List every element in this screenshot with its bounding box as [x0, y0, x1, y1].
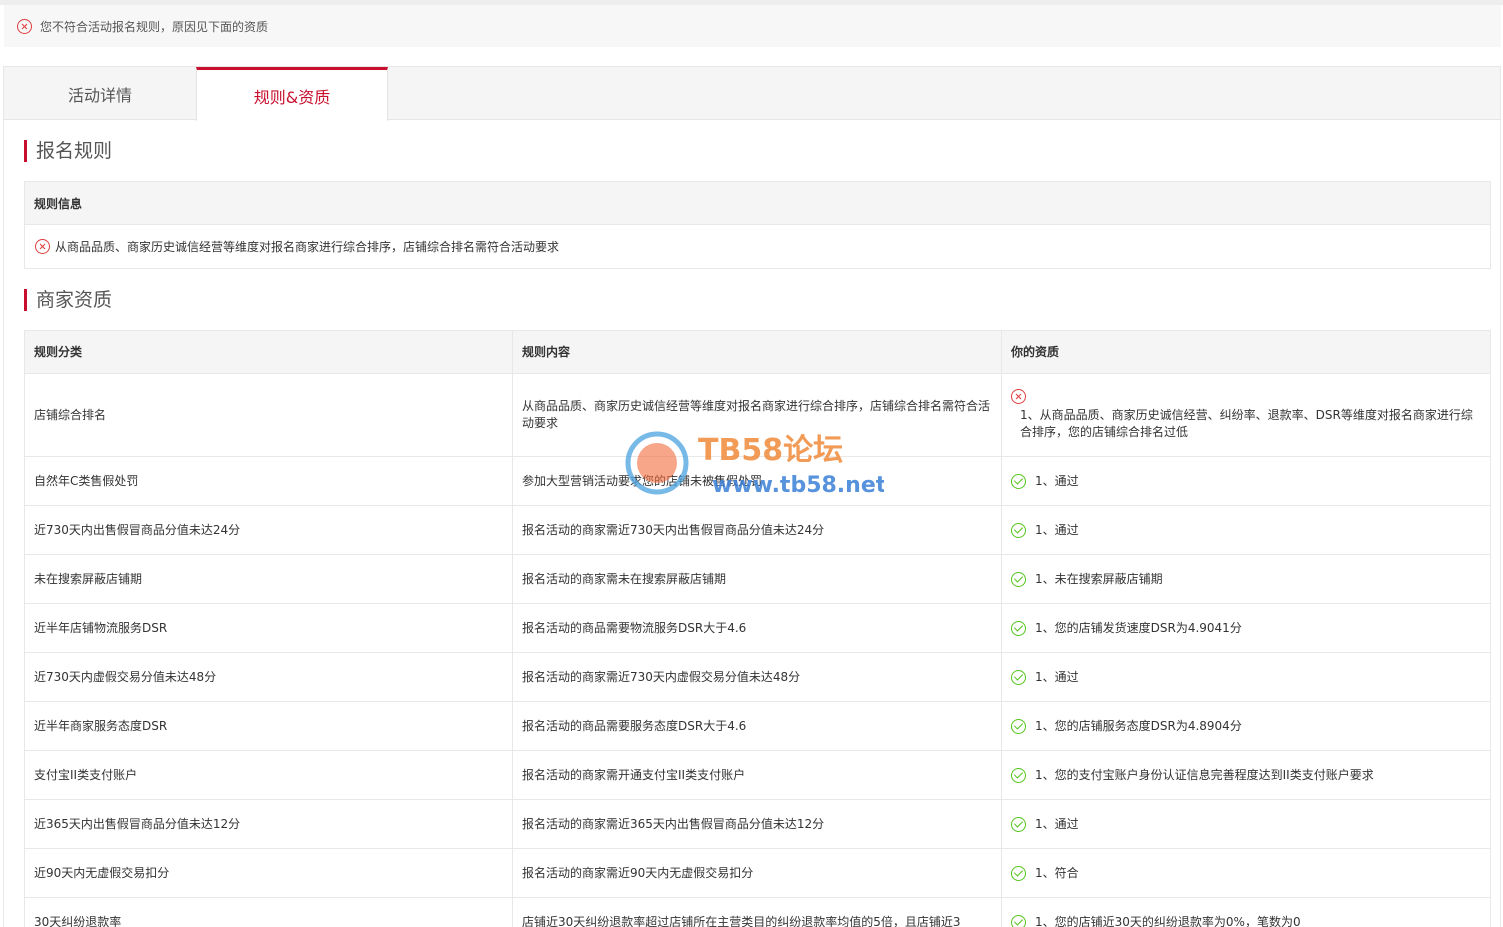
error-icon	[17, 18, 32, 34]
table-row: 近90天内无虚假交易扣分 报名活动的商家需近90天内无虚假交易扣分 1、符合	[25, 849, 1490, 898]
rules-box-header: 规则信息	[25, 182, 1490, 225]
row-qualification: 1、从商品品质、商家历史诚信经营、纠纷率、退款率、DSR等维度对报名商家进行综合…	[1002, 374, 1490, 456]
qualification-text: 1、通过	[1035, 816, 1079, 831]
tab-rules-qualifications[interactable]: 规则&资质	[196, 67, 388, 121]
check-icon	[1011, 816, 1026, 832]
row-category: 近90天内无虚假交易扣分	[25, 849, 513, 897]
row-qualification: 1、您的店铺近30天的纠纷退款率为0%，笔数为0	[1002, 898, 1490, 927]
row-content: 从商品品质、商家历史诚信经营等维度对报名商家进行综合排序，店铺综合排名需符合活动…	[513, 374, 1002, 456]
table-row: 未在搜索屏蔽店铺期 报名活动的商家需未在搜索屏蔽店铺期 1、未在搜索屏蔽店铺期	[25, 555, 1490, 604]
row-qualification: 1、符合	[1002, 849, 1490, 897]
rules-box: 规则信息 从商品品质、商家历史诚信经营等维度对报名商家进行综合排序，店铺综合排名…	[24, 181, 1491, 269]
row-category: 自然年C类售假处罚	[25, 457, 513, 505]
check-icon	[1011, 620, 1026, 636]
table-row: 30天纠纷退款率 店铺近30天纠纷退款率超过店铺所在主营类目的纠纷退款率均值的5倍…	[25, 898, 1490, 927]
header-content: 规则内容	[513, 331, 1002, 373]
rules-item-text: 从商品品质、商家历史诚信经营等维度对报名商家进行综合排序，店铺综合排名需符合活动…	[55, 240, 560, 254]
header-your-qualification: 你的资质	[1011, 344, 1060, 359]
row-content: 店铺近30天纠纷退款率超过店铺所在主营类目的纠纷退款率均值的5倍，且店铺近3	[513, 898, 1002, 927]
rules-section-title: 报名规则	[24, 140, 112, 162]
row-content: 报名活动的商品需要物流服务DSR大于4.6	[513, 604, 1002, 652]
row-qualification: 1、通过	[1002, 506, 1490, 554]
qual-section-title: 商家资质	[24, 289, 112, 311]
row-category: 近365天内出售假冒商品分值未达12分	[25, 800, 513, 848]
alert-text: 您不符合活动报名规则，原因见下面的资质	[40, 19, 269, 34]
error-icon	[35, 239, 50, 254]
row-content: 报名活动的商家需未在搜索屏蔽店铺期	[513, 555, 1002, 603]
qualification-text: 1、您的店铺发货速度DSR为4.9041分	[1035, 620, 1242, 635]
row-content: 报名活动的商家需近90天内无虚假交易扣分	[513, 849, 1002, 897]
table-header-row: 规则分类 规则内容 你的资质	[25, 331, 1490, 374]
row-content: 报名活动的商家需近365天内出售假冒商品分值未达12分	[513, 800, 1002, 848]
qualification-text: 1、您的支付宝账户身份认证信息完善程度达到II类支付账户要求	[1035, 767, 1374, 782]
header-category: 规则分类	[25, 331, 513, 373]
row-content: 报名活动的商家需近730天内出售假冒商品分值未达24分	[513, 506, 1002, 554]
check-icon	[1011, 571, 1026, 587]
row-category: 店铺综合排名	[25, 374, 513, 456]
table-row: 支付宝II类支付账户 报名活动的商家需开通支付宝II类支付账户 1、您的支付宝账户身…	[25, 751, 1490, 800]
error-icon	[1011, 389, 1026, 404]
qualification-text: 1、通过	[1035, 522, 1079, 537]
row-content: 报名活动的商品需要服务态度DSR大于4.6	[513, 702, 1002, 750]
table-row: 近365天内出售假冒商品分值未达12分 报名活动的商家需近365天内出售假冒商品分…	[25, 800, 1490, 849]
qualification-text: 1、符合	[1035, 865, 1079, 880]
row-qualification: 1、通过	[1002, 653, 1490, 701]
table-row: 近半年商家服务态度DSR 报名活动的商品需要服务态度DSR大于4.6 1、您的店铺服…	[25, 702, 1490, 751]
table-row: 近半年店铺物流服务DSR 报名活动的商品需要物流服务DSR大于4.6 1、您的店铺发…	[25, 604, 1490, 653]
check-icon	[1011, 522, 1026, 538]
check-icon	[1011, 767, 1026, 783]
qualification-text: 1、通过	[1035, 473, 1079, 488]
row-qualification: 1、您的店铺发货速度DSR为4.9041分	[1002, 604, 1490, 652]
qualification-table: 规则分类 规则内容 你的资质 店铺综合排名 从商品品质、商家历史诚信经营等维度对报…	[24, 330, 1491, 927]
row-qualification: 1、通过	[1002, 457, 1490, 505]
tab-bar: 活动详情 规则&资质	[4, 67, 1500, 121]
alert-bar: 您不符合活动报名规则，原因见下面的资质	[4, 5, 1501, 47]
table-row: 自然年C类售假处罚 参加大型营销活动要求您的店铺未被售假处罚 1、通过	[25, 457, 1490, 506]
table-row: 近730天内虚假交易分值未达48分 报名活动的商家需近730天内虚假交易分值未达4…	[25, 653, 1490, 702]
qualification-text: 1、从商品品质、商家历史诚信经营、纠纷率、退款率、DSR等维度对报名商家进行综合…	[1020, 408, 1473, 439]
qualification-text: 1、通过	[1035, 669, 1079, 684]
row-category: 近730天内出售假冒商品分值未达24分	[25, 506, 513, 554]
tab-activity-details[interactable]: 活动详情	[4, 67, 196, 120]
row-category: 近半年商家服务态度DSR	[25, 702, 513, 750]
row-category: 近730天内虚假交易分值未达48分	[25, 653, 513, 701]
table-row: 近730天内出售假冒商品分值未达24分 报名活动的商家需近730天内出售假冒商品分…	[25, 506, 1490, 555]
main-panel: 活动详情 规则&资质 报名规则 规则信息 从商品品质、商家历史诚信经营等维度对报…	[3, 66, 1501, 927]
check-icon	[1011, 865, 1026, 881]
row-qualification: 1、您的支付宝账户身份认证信息完善程度达到II类支付账户要求	[1002, 751, 1490, 799]
table-row: 店铺综合排名 从商品品质、商家历史诚信经营等维度对报名商家进行综合排序，店铺综合排…	[25, 374, 1490, 457]
check-icon	[1011, 914, 1026, 927]
row-category: 支付宝II类支付账户	[25, 751, 513, 799]
row-category: 30天纠纷退款率	[25, 898, 513, 927]
row-content: 参加大型营销活动要求您的店铺未被售假处罚	[513, 457, 1002, 505]
row-category: 近半年店铺物流服务DSR	[25, 604, 513, 652]
row-content: 报名活动的商家需近730天内虚假交易分值未达48分	[513, 653, 1002, 701]
check-icon	[1011, 718, 1026, 734]
qualification-text: 1、您的店铺近30天的纠纷退款率为0%，笔数为0	[1035, 914, 1301, 927]
row-qualification: 1、通过	[1002, 800, 1490, 848]
row-qualification: 1、未在搜索屏蔽店铺期	[1002, 555, 1490, 603]
check-icon	[1011, 473, 1026, 489]
rules-box-item: 从商品品质、商家历史诚信经营等维度对报名商家进行综合排序，店铺综合排名需符合活动…	[25, 225, 1490, 268]
check-icon	[1011, 669, 1026, 685]
qualification-text: 1、您的店铺服务态度DSR为4.8904分	[1035, 718, 1242, 733]
row-category: 未在搜索屏蔽店铺期	[25, 555, 513, 603]
row-content: 报名活动的商家需开通支付宝II类支付账户	[513, 751, 1002, 799]
qualification-text: 1、未在搜索屏蔽店铺期	[1035, 571, 1163, 586]
row-qualification: 1、您的店铺服务态度DSR为4.8904分	[1002, 702, 1490, 750]
